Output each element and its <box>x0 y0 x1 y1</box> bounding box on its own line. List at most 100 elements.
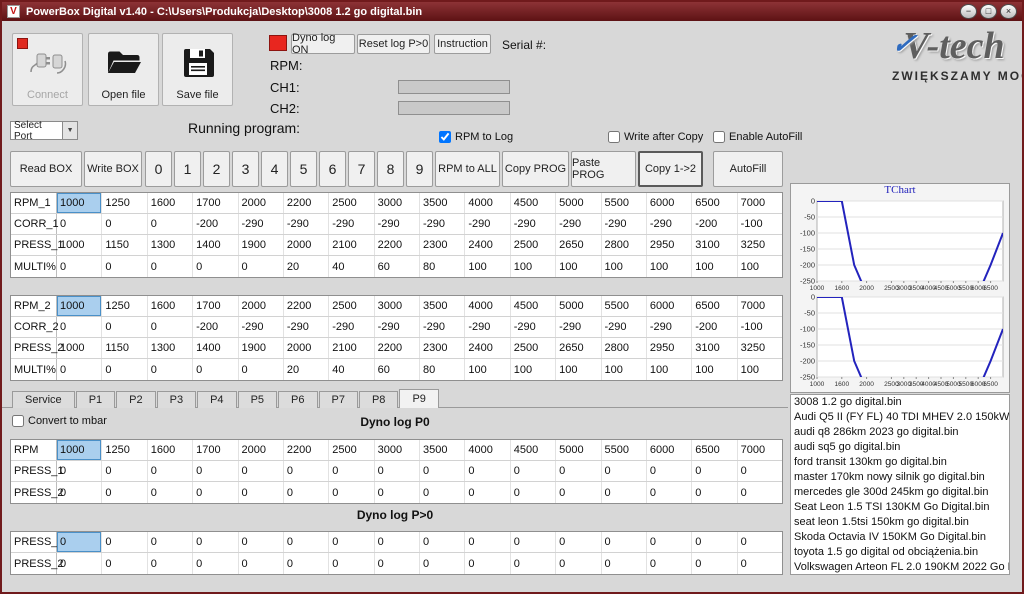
table-cell[interactable]: -200 <box>692 214 737 234</box>
table-cell[interactable]: 2500 <box>329 193 374 213</box>
table-cell[interactable]: 0 <box>102 214 147 234</box>
table-cell[interactable]: 0 <box>193 482 238 503</box>
enable-autofill-checkbox[interactable]: Enable AutoFill <box>713 131 802 143</box>
table-cell[interactable]: -100 <box>738 317 782 337</box>
table-cell[interactable]: -100 <box>738 214 782 234</box>
table-cell[interactable]: 100 <box>465 256 510 277</box>
rpm-to-log-checkbox[interactable]: RPM to Log <box>439 131 513 143</box>
table-cell[interactable]: -290 <box>511 317 556 337</box>
tab-p3[interactable]: P3 <box>157 391 196 408</box>
digit-7-button[interactable]: 7 <box>348 151 375 187</box>
table-cell[interactable]: 100 <box>465 359 510 380</box>
table-cell[interactable]: 0 <box>738 482 782 503</box>
table-cell[interactable]: -290 <box>647 317 692 337</box>
table-cell[interactable]: 4500 <box>511 193 556 213</box>
file-item[interactable]: master 170km nowy silnik go digital.bin <box>791 470 1009 485</box>
table-cell[interactable]: 2500 <box>511 235 556 255</box>
table-cell[interactable]: 0 <box>102 461 147 481</box>
table-cell[interactable]: 0 <box>556 553 601 574</box>
tab-p4[interactable]: P4 <box>197 391 236 408</box>
file-item[interactable]: Skoda Octavia IV 150KM Go Digital.bin <box>791 530 1009 545</box>
table-cell[interactable]: -290 <box>375 214 420 234</box>
table-cell[interactable]: 0 <box>465 482 510 503</box>
table-cell[interactable]: 3500 <box>420 193 465 213</box>
table-cell[interactable]: 0 <box>692 482 737 503</box>
table-cell[interactable]: 0 <box>692 532 737 552</box>
table-cell[interactable]: 0 <box>193 359 238 380</box>
table-cell[interactable]: 0 <box>738 532 782 552</box>
digit-9-button[interactable]: 9 <box>406 151 433 187</box>
table-cell[interactable]: 7000 <box>738 193 782 213</box>
table-cell[interactable]: -200 <box>193 317 238 337</box>
table-cell[interactable]: 6000 <box>647 296 692 316</box>
table-cell[interactable]: -290 <box>556 214 601 234</box>
table-cell[interactable]: 2000 <box>239 296 284 316</box>
table-cell[interactable]: -290 <box>239 214 284 234</box>
table-cell[interactable]: 7000 <box>738 440 782 460</box>
table-cell[interactable]: 0 <box>511 461 556 481</box>
table-cell[interactable]: 0 <box>329 461 374 481</box>
table-cell[interactable]: 0 <box>738 461 782 481</box>
table-cell[interactable]: 1400 <box>193 338 238 358</box>
table-cell[interactable]: 5500 <box>602 440 647 460</box>
table-cell[interactable]: 0 <box>329 532 374 552</box>
table-cell[interactable]: 1000 <box>57 296 102 316</box>
table-cell[interactable]: 2100 <box>329 338 374 358</box>
table-cell[interactable]: 0 <box>102 482 147 503</box>
table-cell[interactable]: -290 <box>465 214 510 234</box>
table-cell[interactable]: 0 <box>556 532 601 552</box>
digit-6-button[interactable]: 6 <box>319 151 346 187</box>
table-cell[interactable]: 0 <box>193 256 238 277</box>
table-cell[interactable]: 0 <box>57 214 102 234</box>
table-cell[interactable]: 4000 <box>465 296 510 316</box>
maximize-button[interactable]: □ <box>980 4 997 19</box>
table-cell[interactable]: 5000 <box>556 296 601 316</box>
table-cell[interactable]: 0 <box>284 461 329 481</box>
table-cell[interactable]: 1700 <box>193 440 238 460</box>
table-cell[interactable]: 0 <box>102 553 147 574</box>
table-cell[interactable]: 2650 <box>556 338 601 358</box>
table-cell[interactable]: 1600 <box>148 193 193 213</box>
table-cell[interactable]: 0 <box>57 461 102 481</box>
tab-p9[interactable]: P9 <box>399 389 438 408</box>
file-item[interactable]: audi sq5 go digital.bin <box>791 440 1009 455</box>
table-cell[interactable]: -290 <box>239 317 284 337</box>
table-cell[interactable]: 100 <box>738 256 782 277</box>
table-cell[interactable]: 0 <box>556 482 601 503</box>
chevron-down-icon[interactable]: ▼ <box>62 122 77 139</box>
table-cell[interactable]: 2500 <box>329 440 374 460</box>
table-cell[interactable]: 0 <box>57 359 102 380</box>
select-port-dropdown[interactable]: Select Port ▼ <box>10 121 78 140</box>
table-cell[interactable]: 0 <box>420 532 465 552</box>
table-cell[interactable]: 100 <box>511 359 556 380</box>
table-cell[interactable]: -290 <box>511 214 556 234</box>
table-cell[interactable]: 5500 <box>602 193 647 213</box>
table-cell[interactable]: 5000 <box>556 440 601 460</box>
digit-4-button[interactable]: 4 <box>261 151 288 187</box>
table-cell[interactable]: 2200 <box>284 296 329 316</box>
table-cell[interactable]: 3000 <box>375 193 420 213</box>
table-cell[interactable]: 2800 <box>602 235 647 255</box>
write-after-copy-input[interactable] <box>608 131 620 143</box>
table-cell[interactable]: 0 <box>647 553 692 574</box>
table-cell[interactable]: 1000 <box>57 440 102 460</box>
table-cell[interactable]: 0 <box>692 553 737 574</box>
table-cell[interactable]: 0 <box>647 532 692 552</box>
table-cell[interactable]: 0 <box>57 482 102 503</box>
table-cell[interactable]: 1000 <box>57 235 102 255</box>
table-cell[interactable]: 0 <box>329 482 374 503</box>
table-cell[interactable]: -290 <box>375 317 420 337</box>
table-cell[interactable]: -290 <box>556 317 601 337</box>
table-cell[interactable]: 0 <box>329 553 374 574</box>
table-cell[interactable]: 2200 <box>375 235 420 255</box>
table-cell[interactable]: 0 <box>148 532 193 552</box>
table-cell[interactable]: 1250 <box>102 440 147 460</box>
table-cell[interactable]: 0 <box>148 214 193 234</box>
table-cell[interactable]: -200 <box>193 214 238 234</box>
table-cell[interactable]: 0 <box>239 359 284 380</box>
table-cell[interactable]: 1400 <box>193 235 238 255</box>
table-cell[interactable]: 3500 <box>420 296 465 316</box>
table-cell[interactable]: 1000 <box>57 338 102 358</box>
table-cell[interactable]: -290 <box>420 214 465 234</box>
table-cell[interactable]: 100 <box>556 359 601 380</box>
